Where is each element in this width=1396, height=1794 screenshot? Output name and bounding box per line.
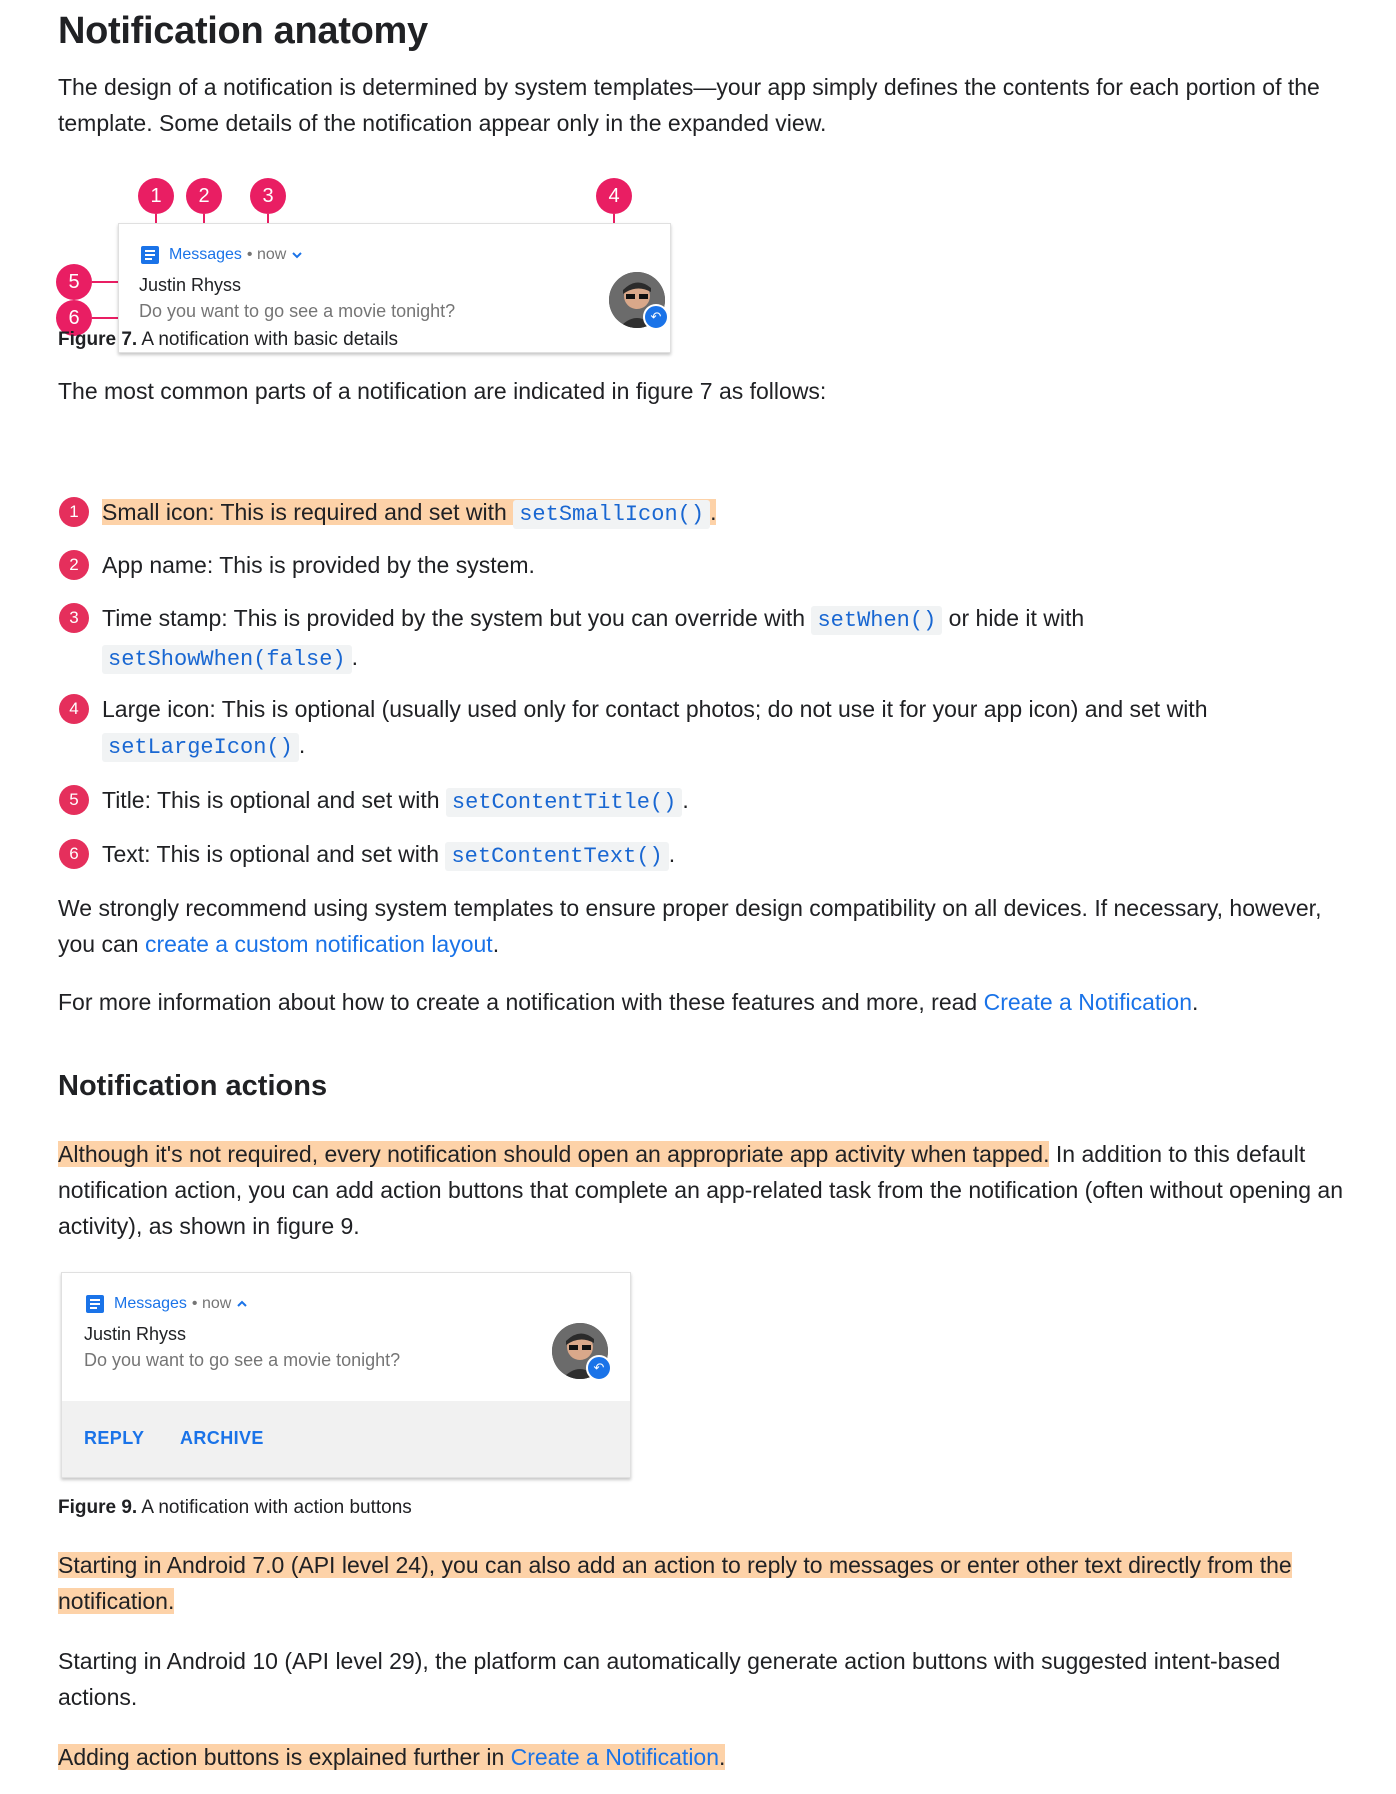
action-bar: REPLY ARCHIVE — [62, 1401, 630, 1477]
messages-icon — [141, 246, 159, 264]
code-setWhen[interactable]: setWhen() — [811, 606, 943, 635]
item-6: Text: This is optional and set with setC… — [102, 841, 676, 871]
app-name: Messages — [114, 1295, 187, 1312]
figure-9-caption: Figure 9. A notification with action but… — [58, 1497, 412, 1518]
section-heading-actions: Notification actions — [58, 1070, 328, 1102]
callout-2: 2 — [186, 178, 222, 214]
reply-icon: ↶ — [586, 1355, 612, 1381]
code-setContentText[interactable]: setContentText() — [445, 842, 669, 871]
callout-3: 3 — [250, 178, 286, 214]
item-4: Large icon: This is optional (usually us… — [102, 696, 1208, 762]
item-1-badge: 1 — [59, 497, 89, 527]
list-intro: The most common parts of a notification … — [58, 378, 827, 404]
create-notification-link-2[interactable]: Create a Notification — [511, 1744, 719, 1770]
more-info-paragraph: For more information about how to create… — [58, 989, 1199, 1015]
android7-paragraph: Starting in Android 7.0 (API level 24), … — [58, 1552, 1292, 1614]
item-6-badge: 6 — [59, 839, 89, 869]
item-1: Small icon: This is required and set wit… — [102, 499, 717, 529]
create-notification-link[interactable]: Create a Notification — [984, 989, 1192, 1015]
callout-4: 4 — [596, 178, 632, 214]
item-3-badge: 3 — [59, 603, 89, 633]
intro-paragraph: The design of a notification is determin… — [58, 74, 1320, 136]
recommend-paragraph: We strongly recommend using system templ… — [58, 895, 1322, 957]
page-title: Notification anatomy — [58, 10, 428, 52]
notification-card-actions[interactable]: Messages • now Justin Rhyss Do you want … — [61, 1272, 631, 1478]
callout-5: 5 — [56, 264, 92, 300]
item-5-badge: 5 — [59, 785, 89, 815]
figure-7-caption: Figure 7. A notification with basic deta… — [58, 329, 399, 350]
notification-title: Justin Rhyss — [84, 1324, 187, 1344]
code-setLargeIcon[interactable]: setLargeIcon() — [102, 733, 299, 762]
notification-text: Do you want to go see a movie tonight? — [139, 301, 456, 321]
archive-button[interactable]: ARCHIVE — [180, 1428, 264, 1449]
custom-layout-link[interactable]: create a custom notification layout — [145, 931, 493, 957]
android10-paragraph: Starting in Android 10 (API level 29), t… — [58, 1648, 1281, 1710]
code-setSmallIcon[interactable]: setSmallIcon() — [513, 500, 711, 529]
item-4-badge: 4 — [59, 694, 89, 724]
code-setShowWhen[interactable]: setShowWhen(false) — [102, 645, 352, 674]
timestamp: • now — [191, 1295, 232, 1312]
reply-icon: ↶ — [643, 304, 669, 330]
reply-button[interactable]: REPLY — [84, 1428, 144, 1449]
item-2-badge: 2 — [59, 550, 89, 580]
chevron-down-icon[interactable] — [290, 248, 304, 262]
actions-paragraph: Although it's not required, every notifi… — [58, 1141, 1343, 1239]
timestamp: • now — [246, 246, 287, 263]
app-name: Messages — [169, 246, 242, 263]
messages-icon — [86, 1295, 104, 1313]
item-5: Title: This is optional and set with set… — [102, 787, 689, 817]
notification-text: Do you want to go see a movie tonight? — [84, 1350, 401, 1370]
item-2: App name: This is provided by the system… — [102, 552, 535, 578]
final-paragraph: Adding action buttons is explained furth… — [58, 1744, 726, 1770]
chevron-up-icon[interactable] — [235, 1297, 249, 1311]
item-3: Time stamp: This is provided by the syst… — [102, 605, 1085, 674]
notification-title: Justin Rhyss — [139, 275, 242, 295]
callout-1: 1 — [138, 178, 174, 214]
code-setContentTitle[interactable]: setContentTitle() — [445, 788, 683, 817]
